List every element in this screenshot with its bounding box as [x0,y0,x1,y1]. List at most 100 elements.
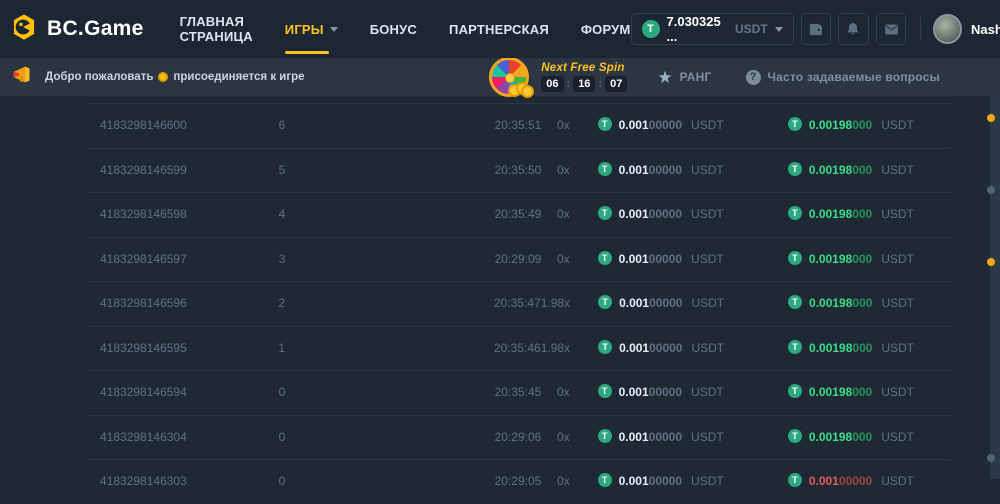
usdt-coin-icon: T [788,251,802,265]
bet-row[interactable]: 4183298146600 6 20:35:51 0x T 0.00100000… [88,103,950,148]
navbar-right: T 7.030325 ... USDT [631,12,1000,46]
bet-row[interactable]: 4183298146594 0 20:35:45 0x T 0.00100000… [88,370,950,415]
messages-button[interactable] [876,13,907,45]
usdt-coin-icon: T [788,429,802,443]
username[interactable]: Nashka [971,22,1000,37]
chevron-down-icon [775,27,783,32]
main-nav: ГЛАВНАЯ СТРАНИЦА ИГРЫ БОНУС ПАРТНЕРСКАЯ … [180,0,631,58]
free-spin-label: Next Free Spin [541,62,627,74]
payout-amount: T 0.00198000 USDT [788,118,950,132]
bet-multiplier: 0x [541,118,569,132]
bet-row[interactable]: 4183298146303 0 20:29:05 0x T 0.00100000… [88,459,950,504]
rank-button[interactable]: ★ РАНГ [657,69,711,86]
bet-round: 1 [249,341,315,355]
usdt-coin-icon: T [598,206,612,220]
brand-logo[interactable]: BC.Game [10,13,144,46]
faq-button[interactable]: ? Часто задаваемые вопросы [746,70,941,85]
divider [920,17,921,41]
bet-multiplier: 1.98x [541,296,570,310]
balance-currency: USDT [735,22,768,36]
bet-id: 4183298146598 [88,207,249,221]
timer-seconds: 07 [605,76,627,92]
star-icon: ★ [657,69,672,86]
user-avatar[interactable] [933,14,962,44]
bet-round: 0 [249,430,315,444]
usdt-coin-icon: T [598,295,612,309]
usdt-coin-icon: T [788,384,802,398]
bet-multiplier: 0x [541,385,569,399]
bet-round: 0 [249,385,315,399]
bet-time: 20:35:47 [315,296,541,310]
bet-round: 4 [249,207,315,221]
bcgame-hex-icon [10,13,38,46]
usdt-coin-icon: T [598,429,612,443]
bet-amount: T 0.00100000 USDT [598,296,760,310]
bet-id: 4183298146596 [88,296,249,310]
bet-round: 0 [249,474,315,488]
usdt-coin-icon: T [598,251,612,265]
bet-id: 4183298146594 [88,385,249,399]
bet-row[interactable]: 4183298146598 4 20:35:49 0x T 0.00100000… [88,192,950,237]
announcement-text: Добро пожаловать присоединяется к игре [45,71,305,83]
nav-item-affiliate[interactable]: ПАРТНЕРСКАЯ [449,0,549,58]
announcement-bar: Добро пожаловать присоединяется к игре N… [0,58,1000,96]
timer-hours: 06 [541,76,563,92]
bet-amount: T 0.00100000 USDT [598,341,760,355]
payout-amount: T 0.00198000 USDT [788,430,950,444]
bet-multiplier: 0x [541,474,569,488]
bet-row[interactable]: 4183298146595 1 20:35:46 1.98x T 0.00100… [88,326,950,371]
bet-row[interactable]: 4183298146596 2 20:35:47 1.98x T 0.00100… [88,281,950,326]
payout-amount: T 0.00198000 USDT [788,252,950,266]
bet-row[interactable]: 4183298146599 5 20:35:50 0x T 0.00100000… [88,148,950,193]
bet-multiplier: 0x [541,252,569,266]
timer-minutes: 16 [573,76,595,92]
balance-selector[interactable]: T 7.030325 ... USDT [631,13,794,45]
nav-item-bonus[interactable]: БОНУС [370,0,417,58]
bet-time: 20:29:09 [315,252,541,266]
wallet-button[interactable] [801,13,832,45]
bet-time: 20:35:51 [315,118,541,132]
payout-amount: T 0.00198000 USDT [788,341,950,355]
bet-id: 4183298146595 [88,341,249,355]
bet-amount: T 0.00100000 USDT [598,163,760,177]
usdt-coin-icon: T [788,117,802,131]
usdt-coin-icon: T [788,162,802,176]
nav-item-games[interactable]: ИГРЫ [285,0,338,58]
usdt-coin-icon: T [598,473,612,487]
usdt-coin-icon: T [598,384,612,398]
bet-id: 4183298146600 [88,118,249,132]
bet-id: 4183298146303 [88,474,249,488]
coins-icon [508,82,534,98]
free-spin-timer: 06 : 16 : 07 [541,76,627,92]
bet-round: 5 [249,163,315,177]
usdt-coin-icon: T [788,340,802,354]
nav-item-home[interactable]: ГЛАВНАЯ СТРАНИЦА [180,0,253,58]
bet-row[interactable]: 4183298146304 0 20:29:06 0x T 0.00100000… [88,415,950,460]
bet-amount: T 0.00100000 USDT [598,474,760,488]
nav-item-forum[interactable]: ФОРУМ [581,0,631,58]
bet-time: 20:35:45 [315,385,541,399]
bet-id: 4183298146597 [88,252,249,266]
payout-amount: T 0.00198000 USDT [788,296,950,310]
usdt-coin-icon: T [788,295,802,309]
bet-round: 6 [249,118,315,132]
notifications-button[interactable] [838,13,869,45]
bet-amount: T 0.00100000 USDT [598,430,760,444]
side-icon [987,186,995,194]
bet-time: 20:29:06 [315,430,541,444]
payout-amount: T 0.00198000 USDT [788,163,950,177]
bet-multiplier: 1.98x [541,341,570,355]
bet-amount: T 0.00100000 USDT [598,118,760,132]
chat-panel-edge[interactable] [990,96,1000,479]
usdt-coin-icon: T [788,473,802,487]
announcement-right: Next Free Spin 06 : 16 : 07 ★ РАНГ ? Час… [489,57,988,97]
bet-time: 20:35:50 [315,163,541,177]
bet-id: 4183298146599 [88,163,249,177]
bet-amount: T 0.00100000 USDT [598,252,760,266]
side-icon [987,114,995,122]
payout-amount: T 0.00198000 USDT [788,207,950,221]
bet-round: 3 [249,252,315,266]
bet-amount: T 0.00100000 USDT [598,207,760,221]
bet-row[interactable]: 4183298146597 3 20:29:09 0x T 0.00100000… [88,237,950,282]
free-spin-widget[interactable]: Next Free Spin 06 : 16 : 07 [489,57,627,97]
